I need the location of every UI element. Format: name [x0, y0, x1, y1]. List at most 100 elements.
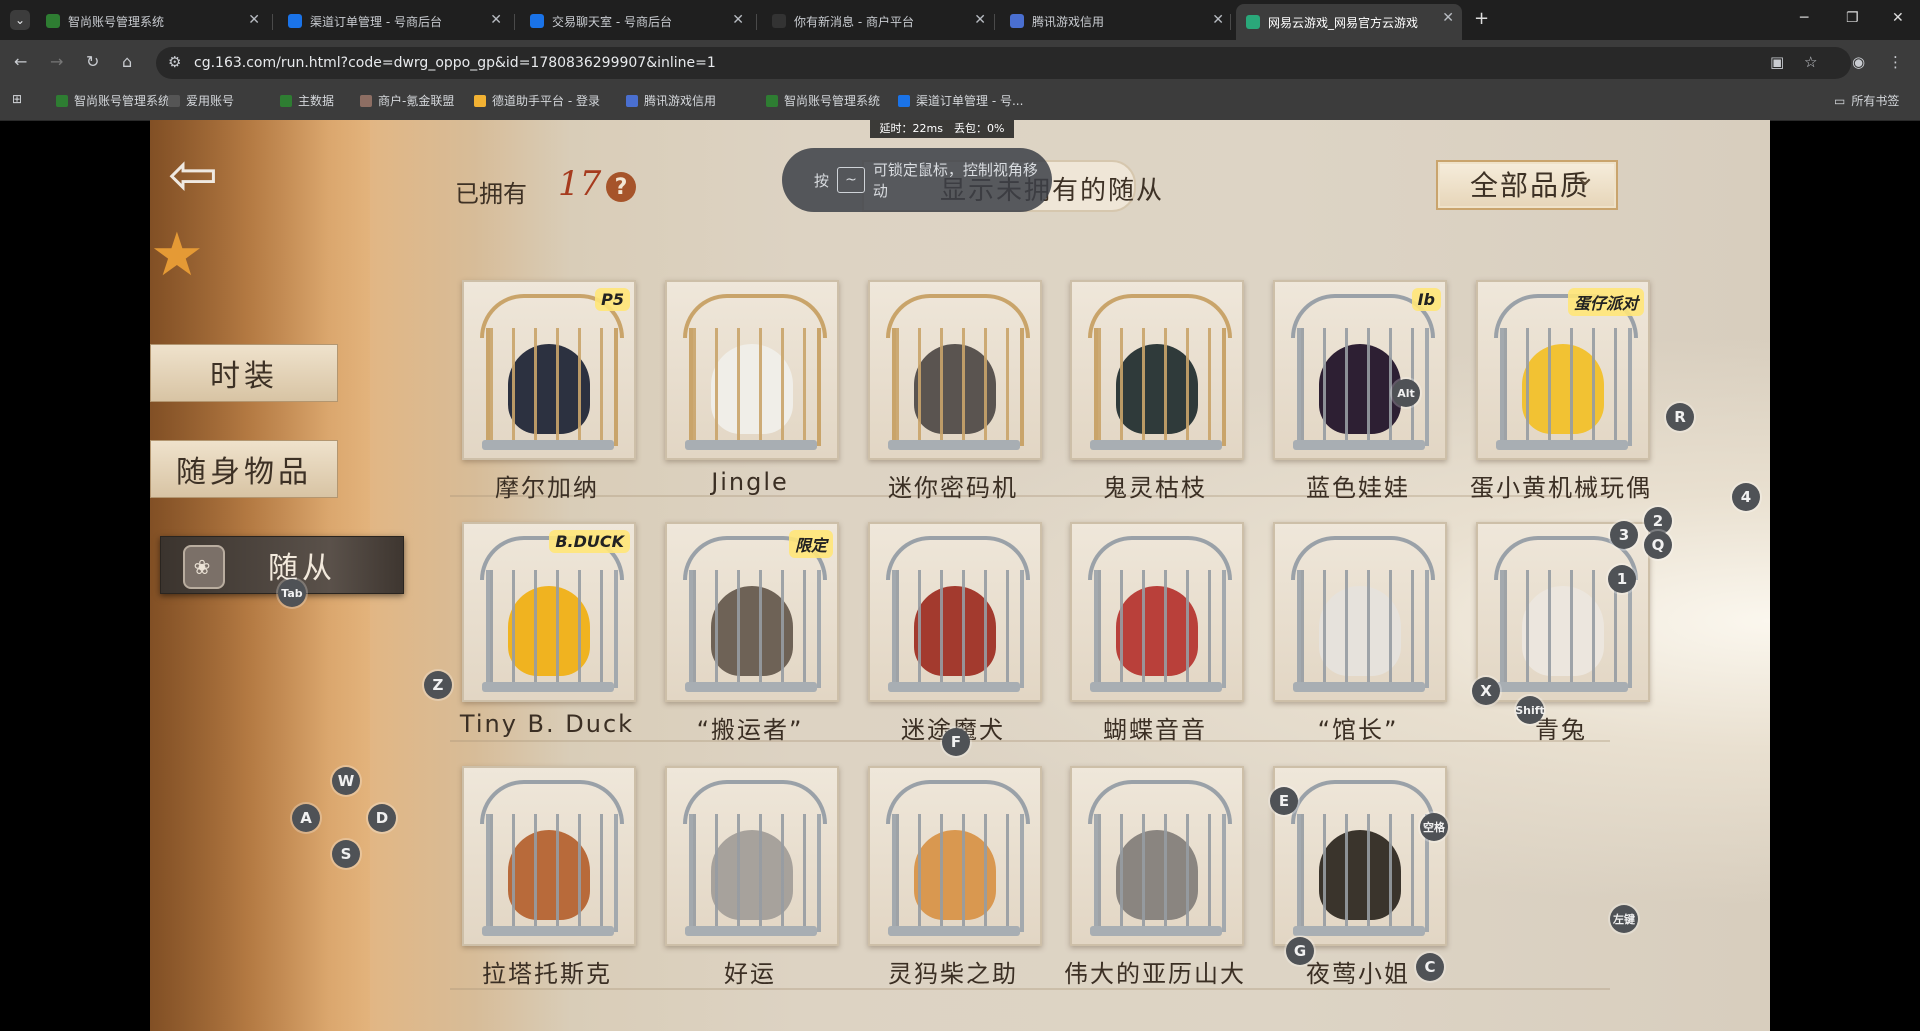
forward-icon[interactable]: → — [50, 52, 63, 71]
browser-tab[interactable]: 网易云游戏_网易官方云游戏 ✕ — [1236, 4, 1462, 40]
tab-close-icon[interactable]: ✕ — [1212, 12, 1224, 28]
companion-card[interactable]: “馆长” — [1273, 522, 1447, 764]
address-url[interactable]: cg.163.com/run.html?code=dwrg_oppo_gp&id… — [194, 55, 716, 71]
home-icon[interactable]: ⌂ — [122, 52, 132, 71]
companion-card[interactable]: 拉塔托斯克 — [462, 766, 636, 1008]
bookmark-favicon-icon — [766, 94, 778, 107]
companion-card[interactable]: B.DUCK Tiny B. Duck — [460, 522, 636, 764]
hotkey-marker[interactable]: 3 — [1610, 521, 1638, 549]
companion-card[interactable]: 灵犸柴之助 — [868, 766, 1042, 1008]
hotkey-marker[interactable]: C — [1416, 953, 1444, 981]
companion-card[interactable]: Ib 蓝色娃娃 — [1273, 280, 1447, 522]
companion-card[interactable]: 鬼灵枯枝 — [1070, 280, 1244, 522]
cage-frame — [868, 522, 1042, 702]
star-icon[interactable]: ★ — [150, 220, 204, 300]
hotkey-marker[interactable]: R — [1666, 403, 1694, 431]
companion-card[interactable]: P5 摩尔加纳 — [462, 280, 636, 522]
companion-name: 好运 — [724, 960, 776, 988]
back-icon[interactable]: ← — [14, 52, 27, 71]
apps-icon[interactable]: ⊞ — [12, 92, 22, 106]
hotkey-marker[interactable]: 左键 — [1610, 905, 1638, 933]
cage-base — [482, 926, 614, 936]
companion-card[interactable]: 限定 “搬运者” — [665, 522, 839, 764]
minimize-icon[interactable]: ─ — [1800, 10, 1808, 26]
hotkey-marker[interactable]: Q — [1644, 531, 1672, 559]
browser-tab[interactable]: 智尚账号管理系统 ✕ — [36, 6, 268, 36]
bookmark-item[interactable]: 智尚账号管理系统 — [56, 92, 170, 109]
card-logo-tag: 限定 — [788, 530, 833, 558]
bookmark-item[interactable]: 渠道订单管理 - 号... — [898, 92, 1023, 109]
reload-icon[interactable]: ↻ — [86, 52, 99, 71]
tab-close-icon[interactable]: ✕ — [1442, 10, 1454, 26]
tab-search-icon[interactable]: ⌄ — [10, 10, 30, 30]
tab-close-icon[interactable]: ✕ — [732, 12, 744, 28]
tab-close-icon[interactable]: ✕ — [248, 12, 260, 28]
exit-icon[interactable]: ⇦ — [168, 140, 240, 220]
all-bookmarks[interactable]: ▭ 所有书签 — [1834, 92, 1899, 109]
hotkey-marker[interactable]: 4 — [1732, 483, 1760, 511]
hotkey-marker[interactable]: E — [1270, 787, 1298, 815]
hotkey-marker[interactable]: D — [368, 804, 396, 832]
companion-card[interactable]: 伟大的亚历山大 — [1064, 766, 1244, 1008]
profile-icon[interactable]: ◉ — [1852, 53, 1865, 71]
browser-tab[interactable]: 交易聊天室 - 号商后台 ✕ — [520, 6, 752, 36]
companion-card[interactable]: 好运 — [665, 766, 839, 1008]
cage-frame — [1273, 766, 1447, 946]
restore-icon[interactable]: ❐ — [1846, 10, 1859, 26]
hotkey-marker[interactable]: 空格 — [1420, 813, 1448, 841]
hotkey-marker[interactable]: W — [332, 767, 360, 795]
site-info-icon[interactable]: ⚙ — [168, 53, 181, 71]
new-tab-button[interactable]: + — [1474, 8, 1489, 29]
bookmark-item[interactable]: 主数据 — [280, 92, 334, 109]
bookmark-star-icon[interactable]: ☆ — [1804, 53, 1817, 71]
browser-tab[interactable]: 腾讯游戏信用 ✕ — [1000, 6, 1232, 36]
card-logo-tag: Ib — [1411, 288, 1441, 311]
bookmark-item[interactable]: 腾讯游戏信用 — [626, 92, 716, 109]
cage-frame: 限定 — [665, 522, 839, 702]
hotkey-marker[interactable]: Alt — [1392, 379, 1420, 407]
cage-frame — [462, 766, 636, 946]
companion-card[interactable]: 迷你密码机 — [868, 280, 1042, 522]
bookmark-item[interactable]: 爱用账号 — [168, 92, 234, 109]
hotkey-marker[interactable]: A — [292, 804, 320, 832]
cage-frame: B.DUCK — [462, 522, 636, 702]
close-window-icon[interactable]: ✕ — [1892, 10, 1904, 26]
cage-base — [685, 440, 817, 450]
side-menu-item[interactable]: 随身物品 — [150, 440, 338, 498]
bookmark-favicon-icon — [898, 94, 910, 107]
tab-close-icon[interactable]: ✕ — [974, 12, 986, 28]
cage-bars — [892, 570, 1024, 688]
menu-icon[interactable]: ⋮ — [1888, 53, 1903, 71]
hotkey-marker[interactable]: Tab — [278, 579, 306, 607]
hotkey-marker[interactable]: S — [332, 840, 360, 868]
tab-separator — [756, 14, 757, 30]
side-menu-item[interactable]: 时装 — [150, 344, 338, 402]
companion-name: 蛋小黄机械玩偶 — [1470, 474, 1652, 502]
companion-card[interactable]: 青兔 — [1476, 522, 1650, 764]
bookmark-item[interactable]: 德道助手平台 - 登录 — [474, 92, 600, 109]
companion-card[interactable]: Jingle — [665, 280, 839, 522]
browser-tab[interactable]: 渠道订单管理 - 号商后台 ✕ — [278, 6, 510, 36]
hotkey-marker[interactable]: G — [1286, 937, 1314, 965]
bookmark-label: 智尚账号管理系统 — [784, 94, 881, 108]
hotkey-marker[interactable]: Shift — [1515, 696, 1545, 724]
tab-close-icon[interactable]: ✕ — [490, 12, 502, 28]
hotkey-marker[interactable]: 1 — [1608, 565, 1636, 593]
browser-tab[interactable]: 你有新消息 - 商户平台 ✕ — [762, 6, 994, 36]
hotkey-marker[interactable]: Z — [424, 671, 452, 699]
cage-bars — [892, 328, 1024, 446]
lock-hint-text: 可锁定鼠标，控制视角移动 — [872, 161, 1038, 200]
tab-title: 交易聊天室 - 号商后台 — [552, 14, 672, 29]
cast-icon[interactable]: ▣ — [1770, 53, 1784, 71]
cage-bars — [1297, 814, 1429, 932]
hotkey-marker[interactable]: X — [1472, 677, 1500, 705]
bookmark-item[interactable]: 智尚账号管理系统 — [766, 92, 880, 109]
tab-title: 渠道订单管理 - 号商后台 — [310, 14, 442, 29]
companion-card[interactable]: 蛋仔派对 蛋小黄机械玩偶 — [1470, 280, 1650, 522]
bookmark-item[interactable]: 商户-氪金联盟 — [360, 92, 454, 109]
companion-card[interactable]: 蝴蝶音音 — [1070, 522, 1244, 764]
help-icon[interactable]: ? — [606, 172, 636, 202]
hotkey-marker[interactable]: F — [942, 728, 970, 756]
cage-frame — [1070, 766, 1244, 946]
game-viewport[interactable]: ⇦ ★ 时装 随身物品 ❀ 随从 已拥有 17 ? 显示未拥有的随从 全部品质 ⌄ P… — [150, 120, 1770, 1031]
